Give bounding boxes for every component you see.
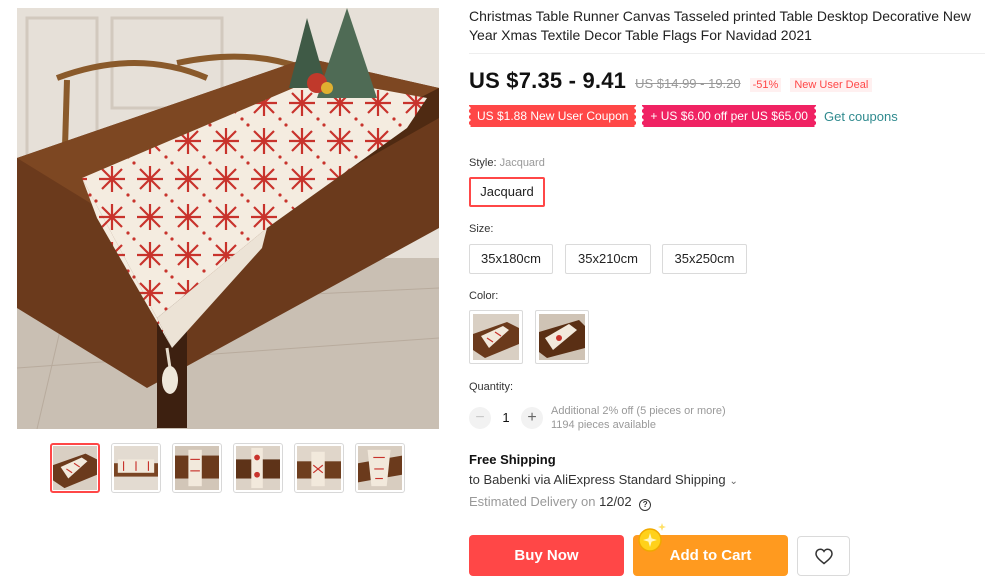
thumbnail-2-image bbox=[114, 446, 158, 490]
original-price: US $14.99 - 19.20 bbox=[635, 76, 741, 91]
thumbnail-1-image bbox=[53, 446, 97, 490]
get-coupons-link[interactable]: Get coupons bbox=[824, 109, 898, 124]
thumbnail-3-image bbox=[175, 446, 219, 490]
help-icon[interactable]: ? bbox=[639, 499, 652, 511]
table-runner-photo bbox=[17, 8, 439, 429]
thumbnail-1[interactable] bbox=[50, 443, 100, 493]
size-label: Size: bbox=[469, 223, 494, 235]
product-title: Christmas Table Runner Canvas Tasseled p… bbox=[469, 7, 985, 54]
current-price: US $7.35 - 9.41 bbox=[469, 68, 627, 93]
bulk-discount-note: Additional 2% off (5 pieces or more) bbox=[551, 405, 726, 417]
color-label: Color: bbox=[469, 290, 499, 302]
shipping-method-selector[interactable]: to Babenki via AliExpress Standard Shipp… bbox=[469, 472, 738, 487]
stock-available: 1194 pieces available bbox=[551, 419, 656, 431]
shipping-method-text: to Babenki via AliExpress Standard Shipp… bbox=[469, 472, 726, 487]
quantity-value[interactable]: 1 bbox=[497, 410, 515, 425]
new-user-coupon[interactable]: US $1.88 New User Coupon bbox=[469, 105, 637, 127]
quantity-decrease-button[interactable]: − bbox=[469, 407, 491, 429]
price-row: US $7.35 - 9.41 US $14.99 - 19.20 -51% N… bbox=[469, 68, 873, 94]
discount-badge: -51% bbox=[749, 78, 782, 92]
size-option-35x250[interactable]: 35x250cm bbox=[662, 244, 747, 274]
coin-sparkle-icon bbox=[638, 523, 666, 552]
thumbnail-6[interactable] bbox=[355, 443, 405, 493]
estimated-delivery: Estimated Delivery on 12/02 ? bbox=[469, 494, 652, 511]
thumbnail-5[interactable] bbox=[294, 443, 344, 493]
quantity-label: Quantity: bbox=[469, 381, 514, 393]
wishlist-button[interactable] bbox=[797, 536, 850, 576]
style-label: Style: Jacquard bbox=[469, 157, 545, 169]
coupon-row: US $1.88 New User Coupon + US $6.00 off … bbox=[469, 105, 898, 127]
store-coupon[interactable]: + US $6.00 off per US $65.00 bbox=[642, 105, 816, 127]
thumbnail-6-image bbox=[358, 446, 402, 490]
color-option-2-image bbox=[539, 314, 585, 360]
new-user-deal-badge: New User Deal bbox=[790, 78, 873, 92]
color-option-1[interactable] bbox=[469, 310, 523, 364]
chevron-down-icon: ⌄ bbox=[729, 476, 738, 487]
style-label-text: Style: bbox=[469, 157, 497, 169]
style-selected-value: Jacquard bbox=[499, 157, 545, 169]
heart-icon bbox=[815, 548, 833, 565]
delivery-date: 12/02 bbox=[599, 494, 632, 509]
buy-now-button[interactable]: Buy Now bbox=[469, 535, 624, 576]
quantity-increase-button[interactable]: + bbox=[521, 407, 543, 429]
color-option-1-image bbox=[473, 314, 519, 360]
thumbnail-4-image bbox=[236, 446, 280, 490]
size-option-35x180[interactable]: 35x180cm bbox=[469, 244, 553, 274]
color-option-2[interactable] bbox=[535, 310, 589, 364]
thumbnail-3[interactable] bbox=[172, 443, 222, 493]
quantity-info: Additional 2% off (5 pieces or more) 119… bbox=[551, 404, 726, 432]
thumbnail-5-image bbox=[297, 446, 341, 490]
size-option-35x210[interactable]: 35x210cm bbox=[565, 244, 651, 274]
thumbnail-4[interactable] bbox=[233, 443, 283, 493]
shipping-title: Free Shipping bbox=[469, 452, 556, 467]
main-product-image[interactable] bbox=[17, 8, 439, 429]
delivery-label: Estimated Delivery on bbox=[469, 494, 596, 509]
thumbnail-2[interactable] bbox=[111, 443, 161, 493]
thumbnail-strip bbox=[50, 443, 405, 493]
style-option-jacquard[interactable]: Jacquard bbox=[469, 177, 545, 207]
